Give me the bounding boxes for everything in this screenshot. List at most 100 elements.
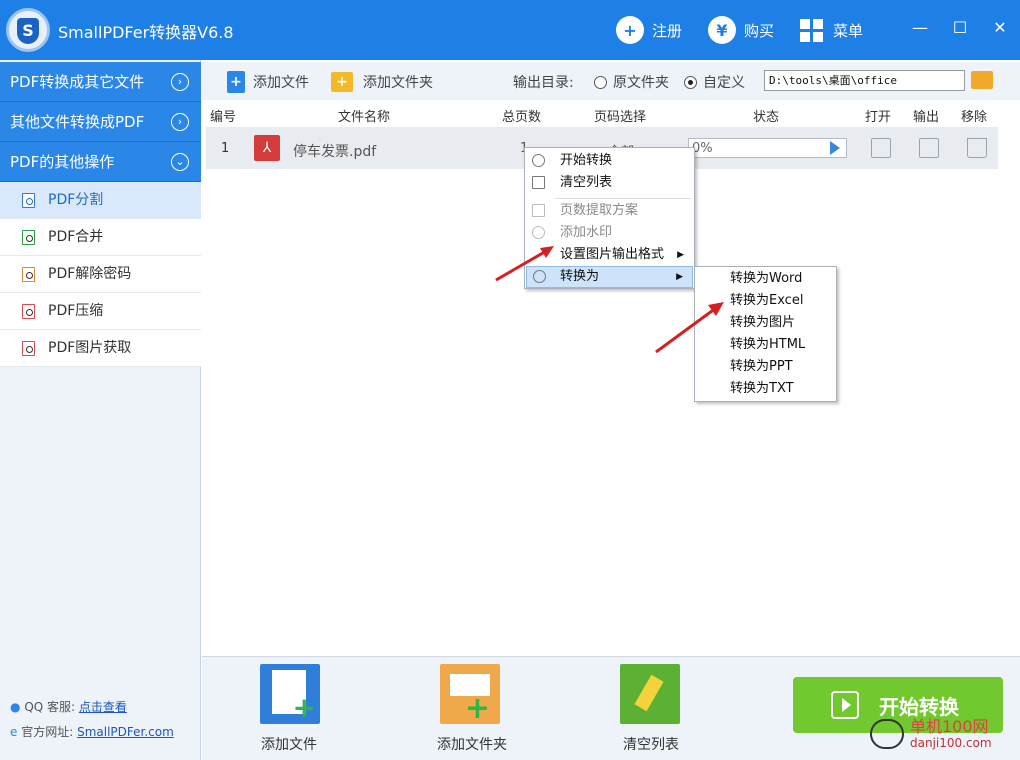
watermark-text: 单机100网 xyxy=(910,717,989,736)
menu-label: 添加水印 xyxy=(560,225,613,240)
col-pages: 总页数 xyxy=(502,110,542,125)
trash-icon[interactable] xyxy=(967,138,987,158)
pdf-file-icon xyxy=(22,341,35,356)
chevron-right-icon: › xyxy=(171,73,189,91)
play-icon xyxy=(831,691,859,719)
pdf-file-icon xyxy=(22,193,35,208)
menu-label: 设置图片输出格式 xyxy=(560,247,665,262)
menu-label: 页数提取方案 xyxy=(560,203,639,218)
table-header: 编号 文件名称 总页数 页码选择 状态 打开 输出 移除 xyxy=(202,103,1020,125)
folder-icon[interactable] xyxy=(971,71,993,89)
radio-label: 原文件夹 xyxy=(613,75,669,91)
open-external-icon[interactable] xyxy=(871,138,891,158)
site-link[interactable]: SmallPDFer.com xyxy=(77,725,174,739)
sidebar-footer: ● QQ 客服: 点击查看 e 官方网址: SmallPDFer.com xyxy=(10,698,174,740)
sidebar-section-pdf-other-ops[interactable]: PDF的其他操作 ⌄ xyxy=(0,142,201,182)
document-icon xyxy=(532,204,545,217)
buy-button[interactable]: ¥ 购买 xyxy=(708,15,774,45)
sidebar-section-other-to-pdf[interactable]: 其他文件转换成PDF › xyxy=(0,102,201,142)
col-page-select: 页码选择 xyxy=(594,110,647,125)
add-file-label: 添加文件 xyxy=(253,75,309,91)
yen-icon: ¥ xyxy=(708,16,736,44)
minimize-button[interactable]: — xyxy=(906,14,934,42)
radio-circle xyxy=(684,75,697,89)
menu-start-convert[interactable]: 开始转换 xyxy=(526,150,693,172)
col-index: 编号 xyxy=(210,110,237,125)
output-path-input[interactable]: D:\tools\桌面\office xyxy=(764,70,965,91)
annotation-arrow xyxy=(655,302,724,354)
app-logo: S xyxy=(6,8,50,52)
play-icon[interactable] xyxy=(830,141,840,155)
ie-icon: e xyxy=(10,725,18,739)
sidebar-item-pdf-images[interactable]: PDF图片获取 xyxy=(0,330,201,367)
menu-label: 清空列表 xyxy=(560,175,613,190)
maximize-button[interactable]: ☐ xyxy=(946,14,974,42)
menu-button[interactable]: 菜单 xyxy=(800,15,863,45)
sidebar-item-pdf-unlock[interactable]: PDF解除密码 xyxy=(0,256,201,293)
add-file-large-icon[interactable]: + xyxy=(260,664,320,724)
annotation-arrow xyxy=(495,246,554,282)
radio-label: 自定义 xyxy=(703,75,745,91)
col-open: 打开 xyxy=(865,110,892,125)
watermark-url: danji100.com xyxy=(910,736,992,750)
menu-clear-list[interactable]: 清空列表 xyxy=(526,172,693,194)
qq-link[interactable]: 点击查看 xyxy=(79,700,127,714)
pdf-file-icon xyxy=(22,230,35,245)
submenu-to-ppt[interactable]: 转换为PPT xyxy=(696,356,835,378)
item-label: PDF压缩 xyxy=(48,303,104,319)
submenu-to-txt[interactable]: 转换为TXT xyxy=(696,378,835,400)
logo-letter: S xyxy=(17,18,39,44)
trash-icon xyxy=(532,176,545,189)
qq-label: QQ 客服: xyxy=(24,700,76,714)
col-remove: 移除 xyxy=(961,110,988,125)
sidebar-item-pdf-compress[interactable]: PDF压缩 xyxy=(0,293,201,330)
output-icon[interactable] xyxy=(919,138,939,158)
site-label: 官方网址: xyxy=(21,725,74,739)
register-label: 注册 xyxy=(652,21,683,40)
buy-label: 购买 xyxy=(744,21,775,40)
add-folder-button[interactable]: + 添加文件夹 xyxy=(331,70,433,94)
submenu-arrow-icon: ▶ xyxy=(676,272,683,282)
row-index: 1 xyxy=(221,141,230,156)
menu-label: 菜单 xyxy=(833,21,864,40)
add-folder-large-icon[interactable]: + xyxy=(440,664,500,724)
sidebar-item-pdf-split[interactable]: PDF分割 xyxy=(0,182,201,219)
app-title: SmallPDFer转换器V6.8 xyxy=(58,23,234,42)
clear-list-large-icon[interactable] xyxy=(620,664,680,724)
qq-icon: ● xyxy=(10,700,21,714)
progress-text: 0% xyxy=(692,141,713,156)
menu-label: 转换为 xyxy=(560,269,600,284)
close-button[interactable]: ✕ xyxy=(986,14,1014,42)
add-file-button[interactable]: + 添加文件 xyxy=(227,70,309,94)
pdf-file-icon: ⅄ xyxy=(254,135,280,161)
sidebar-item-pdf-merge[interactable]: PDF合并 xyxy=(0,219,201,256)
grid-icon xyxy=(800,18,823,42)
menu-page-extract[interactable]: 页数提取方案 xyxy=(526,200,693,222)
add-folder-large-label: 添加文件夹 xyxy=(437,737,507,753)
radio-original-folder[interactable]: 原文件夹 xyxy=(594,70,669,94)
watermark: 单机100网 danji100.com xyxy=(870,718,1020,760)
menu-label: 开始转换 xyxy=(560,153,613,168)
col-output: 输出 xyxy=(913,110,940,125)
item-label: PDF分割 xyxy=(48,192,104,208)
submenu-arrow-icon: ▶ xyxy=(677,250,684,260)
item-label: PDF解除密码 xyxy=(48,266,132,282)
pdf-file-icon xyxy=(22,304,35,319)
add-file-icon: + xyxy=(227,71,245,93)
radio-custom-folder[interactable]: 自定义 xyxy=(684,70,745,94)
clear-list-large-label: 清空列表 xyxy=(623,737,679,753)
row-filename: 停车发票.pdf xyxy=(293,144,377,160)
item-label: PDF图片获取 xyxy=(48,340,132,356)
col-filename: 文件名称 xyxy=(338,110,391,125)
submenu-to-word[interactable]: 转换为Word xyxy=(696,268,835,290)
start-label: 开始转换 xyxy=(879,694,959,719)
output-dir-label: 输出目录: xyxy=(513,75,574,91)
register-button[interactable]: + 注册 xyxy=(616,15,682,45)
chevron-right-icon: › xyxy=(171,113,189,131)
user-icon: + xyxy=(616,16,644,44)
item-label: PDF合并 xyxy=(48,229,104,245)
menu-separator xyxy=(555,198,691,199)
sidebar-section-pdf-to-other[interactable]: PDF转换成其它文件 › xyxy=(0,62,201,102)
add-folder-icon: + xyxy=(331,72,353,92)
watermark-logo-icon xyxy=(870,719,904,749)
